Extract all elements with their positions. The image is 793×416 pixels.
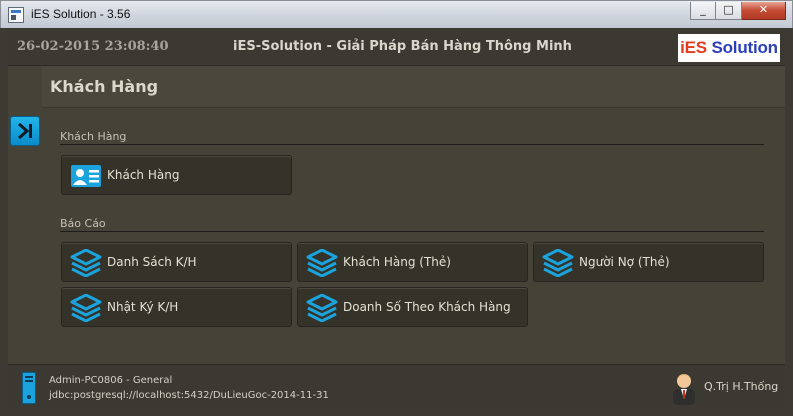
tile-khach-hang-the[interactable]: Khách Hàng (Thẻ)	[297, 242, 528, 282]
layers-icon	[70, 294, 102, 322]
computer-tower-icon	[22, 372, 36, 404]
tile-doanh-so-theo-khach-hang[interactable]: Doanh Số Theo Khách Hàng	[297, 287, 528, 327]
tile-label: Khách Hàng (Thẻ)	[343, 255, 451, 269]
user-avatar-icon[interactable]	[669, 369, 699, 405]
computer-name: Admin-PC0806 - General	[49, 375, 173, 386]
app-header: 26-02-2015 23:08:40 iES-Solution - Giải …	[8, 28, 785, 66]
app-frame: 26-02-2015 23:08:40 iES-Solution - Giải …	[8, 28, 785, 408]
layers-icon	[306, 249, 338, 277]
status-bar: Admin-PC0806 - General jdbc:postgresql:/…	[8, 364, 785, 408]
tile-label: Người Nợ (Thẻ)	[579, 255, 670, 269]
group-divider	[60, 231, 764, 232]
user-name[interactable]: Q.Trị H.Thống	[704, 380, 778, 393]
window-titlebar: iES Solution - 3.56 _ □ ✕	[0, 0, 793, 28]
app-header-title: iES-Solution - Giải Pháp Bán Hàng Thông …	[233, 39, 572, 54]
tile-nguoi-no-the[interactable]: Người Nợ (Thẻ)	[533, 242, 764, 282]
maximize-button[interactable]: □	[716, 2, 742, 20]
tile-label: Nhật Ký K/H	[107, 300, 179, 314]
layers-icon	[542, 249, 574, 277]
app-icon	[8, 7, 24, 23]
window-title: iES Solution - 3.56	[31, 7, 131, 21]
layers-icon	[306, 294, 338, 322]
minimize-button[interactable]: _	[690, 2, 716, 20]
customer-card-icon	[71, 165, 101, 187]
logo-text-solution: Solution	[711, 38, 778, 57]
logo-text-ies: iES	[680, 38, 707, 57]
tile-nhat-ky-kh[interactable]: Nhật Ký K/H	[61, 287, 292, 327]
expand-sidebar-icon	[18, 122, 32, 140]
company-logo: iES Solution	[678, 34, 780, 62]
window-controls: _ □ ✕	[690, 2, 786, 20]
tile-danh-sach-kh[interactable]: Danh Sách K/H	[61, 242, 292, 282]
layers-icon	[70, 249, 102, 277]
section-header: Khách Hàng	[42, 66, 785, 108]
group-label-khach-hang: Khách Hàng	[60, 130, 127, 143]
group-label-bao-cao: Báo Cáo	[60, 217, 106, 230]
group-divider	[60, 144, 764, 145]
tile-khach-hang[interactable]: Khách Hàng	[61, 155, 292, 195]
expand-sidebar-button[interactable]	[10, 116, 40, 146]
tile-label: Khách Hàng	[107, 168, 180, 182]
page-title: Khách Hàng	[50, 77, 159, 96]
tile-label: Danh Sách K/H	[107, 255, 197, 269]
close-button[interactable]: ✕	[742, 2, 786, 20]
tile-label: Doanh Số Theo Khách Hàng	[343, 300, 511, 314]
connection-string: jdbc:postgresql://localhost:5432/DuLieuG…	[49, 390, 329, 401]
datetime-display: 26-02-2015 23:08:40	[17, 39, 169, 54]
